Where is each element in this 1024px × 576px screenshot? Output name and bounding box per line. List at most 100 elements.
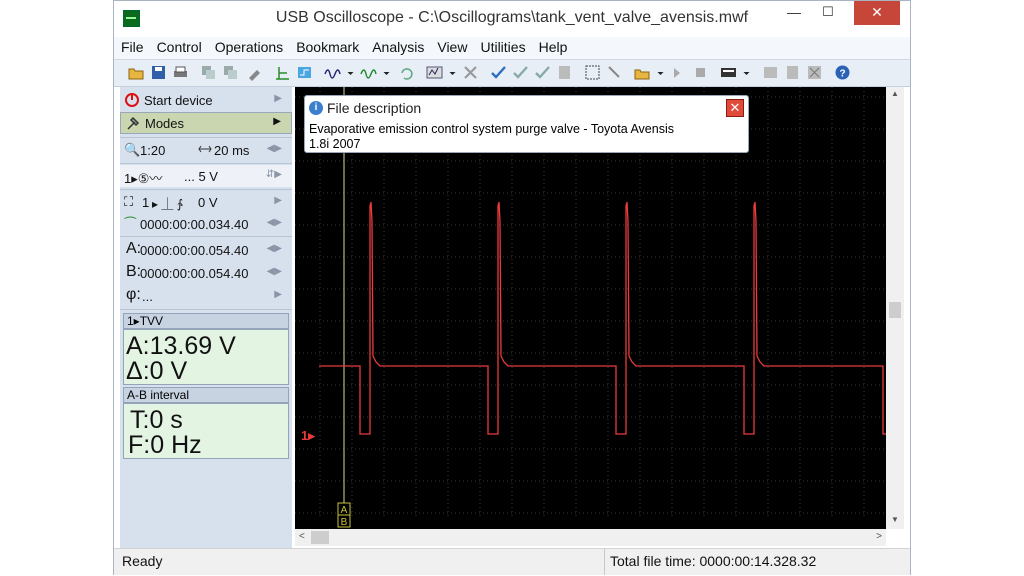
waveform-icon[interactable] xyxy=(324,64,341,81)
cursor-a-row[interactable]: A: 0000:00:00.054.40 ◀▶ xyxy=(120,239,292,261)
tool-icon[interactable] xyxy=(246,64,263,81)
trigger-row[interactable]: ⛶ 1 ▸ ⏊ ∱ 0 V ▶ xyxy=(120,191,292,213)
popup-title: File description xyxy=(327,100,422,116)
vertical-scroll-thumb[interactable] xyxy=(889,302,901,318)
cursor-a-text: A xyxy=(341,505,348,516)
cursor-b-time: 0000:00:00.054.40 xyxy=(140,266,249,281)
cursor-b-label: B: xyxy=(126,263,142,280)
print-icon[interactable] xyxy=(172,64,189,81)
channel-measure-header: 1▸TVV xyxy=(123,313,289,329)
start-device-label: Start device xyxy=(144,93,213,108)
trigger-icon[interactable] xyxy=(296,64,313,81)
open-icon[interactable] xyxy=(128,64,145,81)
trigger-channel: 1 xyxy=(142,195,150,210)
chevron-down-icon[interactable] xyxy=(652,64,664,81)
chevron-down-icon[interactable] xyxy=(444,64,456,81)
delete-icon[interactable] xyxy=(462,64,479,81)
start-device-row[interactable]: Start device ▶ xyxy=(120,89,292,111)
marker-icon[interactable] xyxy=(606,64,623,81)
trigger-time-row[interactable]: ⏜ 0000:00:00.034.40 ◀▶ xyxy=(120,213,292,235)
trigger-level: 0 V xyxy=(198,195,218,210)
chevron-down-icon[interactable] xyxy=(342,64,354,81)
save-icon[interactable] xyxy=(150,64,167,81)
bookmark-open-icon[interactable] xyxy=(634,64,651,81)
channel-indicator-icon: 1▸⑤〰 xyxy=(124,171,163,186)
display-mode-icon[interactable] xyxy=(720,64,737,81)
chevron-down-icon[interactable] xyxy=(378,64,390,81)
report-icon[interactable] xyxy=(784,64,801,81)
title-bar: USB Oscilloscope - C:\Oscillograms\tank_… xyxy=(114,1,910,37)
help-icon[interactable]: ? xyxy=(834,64,851,81)
grid-select-icon[interactable] xyxy=(584,64,601,81)
chevron-down-icon[interactable] xyxy=(738,64,750,81)
bookmark-next-icon[interactable] xyxy=(670,64,687,81)
menu-file[interactable]: File xyxy=(114,37,150,55)
channel-measure-box: A:13.69 V Δ:0 V xyxy=(123,329,289,385)
app-window: USB Oscilloscope - C:\Oscillograms\tank_… xyxy=(113,0,911,575)
close-button[interactable]: ✕ xyxy=(854,1,900,25)
interval-header: A-B interval xyxy=(123,387,289,403)
horizontal-scroll-thumb[interactable] xyxy=(311,531,329,544)
menu-control[interactable]: Control xyxy=(150,37,208,55)
image-icon[interactable] xyxy=(762,64,779,81)
minimize-button[interactable]: — xyxy=(777,1,811,25)
modes-label: Modes xyxy=(145,116,185,131)
waveform-green-icon[interactable] xyxy=(360,64,377,81)
popup-close-button[interactable]: ✕ xyxy=(726,99,744,117)
document-icon[interactable] xyxy=(556,64,573,81)
check-up-icon[interactable] xyxy=(534,64,551,81)
chevron-right-icon: ▶ xyxy=(274,289,282,300)
zoom-window-icon[interactable] xyxy=(426,64,443,81)
check-down-icon[interactable] xyxy=(512,64,529,81)
popup-text-line1: Evaporative emission control system purg… xyxy=(309,122,674,136)
delta-value: Δ:0 V xyxy=(126,357,188,385)
total-file-time: Total file time: 0000:00:14.328.32 xyxy=(610,553,817,569)
phase-row[interactable]: φ: ... ▶ xyxy=(120,285,292,307)
arrows-icon: ◀▶ xyxy=(266,243,282,254)
bookmark-stop-icon[interactable] xyxy=(692,64,709,81)
plot-canvas[interactable]: A B 1▸ xyxy=(295,87,886,529)
svg-text:?: ? xyxy=(839,69,845,80)
trigger-edge-icon: ▸ ⏊ ∱ xyxy=(152,197,183,211)
control-panel: Start device ▶ Modes ▶ 🔍 1:20 20 ms ◀▶ 1… xyxy=(120,87,292,549)
timebase-value: 20 ms xyxy=(214,143,250,158)
modes-button[interactable]: Modes ▶ xyxy=(120,112,292,134)
arrows-icon: ◀▶ xyxy=(266,143,282,154)
scale-row[interactable]: 🔍 1:20 20 ms ◀▶ xyxy=(120,139,292,161)
power-icon xyxy=(124,91,140,107)
cursor-a-label: A: xyxy=(126,240,142,257)
menu-help[interactable]: Help xyxy=(532,37,574,55)
paste-icon[interactable] xyxy=(222,64,239,81)
arrows-icon: ◀▶ xyxy=(266,217,282,228)
menu-view[interactable]: View xyxy=(430,37,473,55)
cursor-b-row[interactable]: B: 0000:00:00.054.40 ◀▶ xyxy=(120,262,292,284)
undo-icon[interactable] xyxy=(398,64,415,81)
oscilloscope-plot[interactable]: A B 1▸ i File description ✕ Evaporative … xyxy=(295,87,886,529)
menu-bookmark[interactable]: Bookmark xyxy=(289,37,365,55)
channel-1-marker: 1▸ xyxy=(301,428,316,443)
phase-label: φ: xyxy=(126,286,141,303)
arrows-icon: ◀▶ xyxy=(266,266,282,277)
horizontal-scrollbar[interactable]: < > xyxy=(295,529,886,546)
scroll-down-icon[interactable]: ▼ xyxy=(891,515,899,524)
maximize-button[interactable]: ☐ xyxy=(811,1,845,25)
check-icon[interactable] xyxy=(490,64,507,81)
channel-row[interactable]: 1▸⑤〰 ... 5 V ⇵▶ xyxy=(120,165,292,187)
scroll-up-icon[interactable]: ▲ xyxy=(891,89,899,98)
channel-volts: ... 5 V xyxy=(184,169,218,184)
cursor-measure-icon[interactable] xyxy=(274,64,291,81)
copy-icon[interactable] xyxy=(200,64,217,81)
status-bar: Ready Total file time: 0000:00:14.328.32 xyxy=(114,548,910,575)
menu-analysis[interactable]: Analysis xyxy=(365,37,430,55)
toolbar: ? xyxy=(114,59,910,87)
menu-bar: File Control Operations Bookmark Analysis Vie… xyxy=(114,37,910,59)
menu-utilities[interactable]: Utilities xyxy=(473,37,531,55)
info-icon: i xyxy=(309,101,323,115)
a-value: A:13.69 V xyxy=(126,332,236,360)
scroll-left-icon[interactable]: < xyxy=(299,531,305,542)
remove-icon[interactable] xyxy=(806,64,823,81)
scroll-right-icon[interactable]: > xyxy=(876,531,882,542)
vertical-scrollbar[interactable]: ▲ ▼ xyxy=(886,87,904,529)
menu-operations[interactable]: Operations xyxy=(208,37,289,55)
status-ready: Ready xyxy=(122,553,163,569)
